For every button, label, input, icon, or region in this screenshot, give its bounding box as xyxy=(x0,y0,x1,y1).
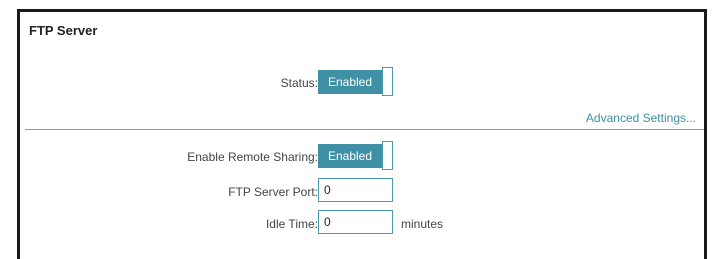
ftp-port-input[interactable] xyxy=(318,178,393,202)
toggle-knob xyxy=(382,67,393,96)
idle-time-input[interactable] xyxy=(318,210,393,234)
toggle-knob xyxy=(382,141,393,170)
idle-time-unit: minutes xyxy=(401,217,444,231)
ftp-port-label: FTP Server Port: xyxy=(228,185,318,199)
ftp-server-panel: FTP Server Status: Enabled Advanced Sett… xyxy=(17,9,707,259)
remote-sharing-label: Enable Remote Sharing: xyxy=(187,150,318,164)
remote-sharing-toggle[interactable]: Enabled xyxy=(318,141,395,170)
advanced-settings-link[interactable]: Advanced Settings... xyxy=(586,111,696,125)
section-title: FTP Server xyxy=(29,23,98,38)
remote-sharing-toggle-value: Enabled xyxy=(318,144,382,168)
status-toggle[interactable]: Enabled xyxy=(318,67,395,96)
idle-time-label: Idle Time: xyxy=(265,217,318,231)
status-toggle-value: Enabled xyxy=(318,70,382,94)
divider xyxy=(25,129,704,130)
status-label: Status: xyxy=(280,76,318,90)
